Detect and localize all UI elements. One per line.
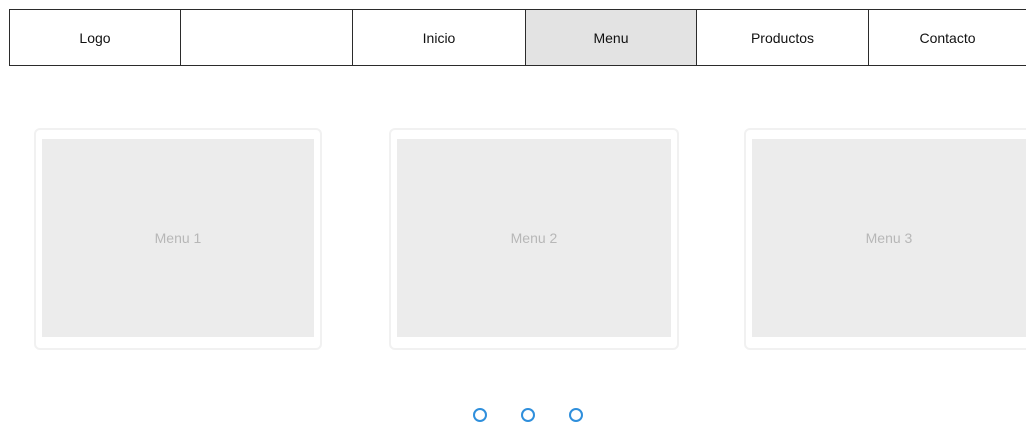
pagination-dot-2[interactable] — [521, 408, 535, 422]
nav-item-productos[interactable]: Productos — [696, 10, 868, 65]
menu-card-image-placeholder: Menu 1 — [42, 139, 314, 337]
logo[interactable]: Logo — [9, 10, 180, 65]
menu-card-image-placeholder: Menu 2 — [397, 139, 671, 337]
nav-item-label: Inicio — [422, 29, 456, 46]
nav-item-contacto[interactable]: Contacto — [868, 10, 1026, 65]
menu-card-label: Menu 3 — [865, 230, 913, 246]
menu-card-2[interactable]: Menu 2 — [389, 128, 679, 350]
logo-text: Logo — [79, 29, 111, 46]
nav-item-label: Menu — [593, 29, 629, 46]
nav-item-label: Productos — [750, 29, 815, 46]
nav-item-inicio[interactable]: Inicio — [352, 10, 525, 65]
carousel-pagination — [0, 408, 1026, 422]
nav-blank-cell — [180, 10, 352, 65]
pagination-dot-1[interactable] — [473, 408, 487, 422]
pagination-dot-3[interactable] — [569, 408, 583, 422]
menu-card-label: Menu 1 — [154, 230, 202, 246]
page: Logo Inicio Menu Productos Contacto Menu… — [0, 0, 1026, 428]
menu-card-3[interactable]: Menu 3 — [744, 128, 1026, 350]
menu-card-label: Menu 2 — [510, 230, 558, 246]
nav-item-menu[interactable]: Menu — [525, 10, 696, 65]
top-navigation-bar: Logo Inicio Menu Productos Contacto — [9, 9, 1026, 66]
nav-item-label: Contacto — [919, 29, 976, 46]
menu-card-image-placeholder: Menu 3 — [752, 139, 1026, 337]
menu-card-1[interactable]: Menu 1 — [34, 128, 322, 350]
